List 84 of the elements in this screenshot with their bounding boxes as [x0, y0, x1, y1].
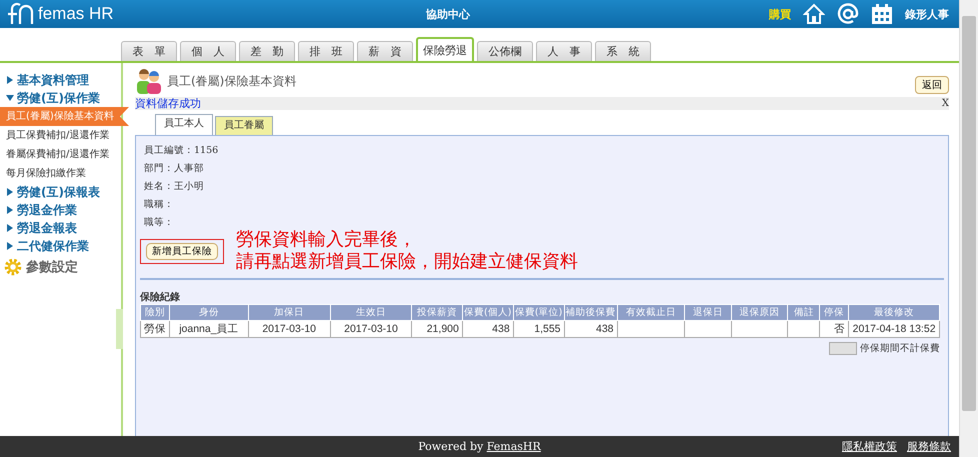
- table-cell: 2017-03-10: [262, 323, 316, 335]
- field-label: 員工編號：: [144, 145, 194, 156]
- scrollbar[interactable]: [959, 0, 978, 457]
- section-title: 保險紀錄: [140, 290, 181, 304]
- caret-down-icon[interactable]: [6, 94, 14, 102]
- home-icon[interactable]: [803, 3, 825, 25]
- table-cell: 2017-04-18 13:52: [852, 323, 936, 335]
- table-cell: 1,555: [534, 323, 561, 335]
- logo-icon: [6, 2, 36, 26]
- menu-item[interactable]: 每月保險扣繳作業: [0, 164, 121, 183]
- back-button[interactable]: 返回: [915, 76, 949, 94]
- table-cell: 否: [834, 323, 846, 335]
- nav-tab[interactable]: 人 事: [536, 41, 592, 61]
- legend-swatch: [829, 342, 857, 355]
- menu-group[interactable]: 勞退金作業: [17, 203, 77, 217]
- caret-right-icon[interactable]: [6, 206, 14, 214]
- column-header: 停保: [820, 304, 849, 320]
- column-header: 投保薪資: [412, 304, 462, 320]
- column-header: 保費(個人): [462, 304, 514, 320]
- column-header: 最後修改: [848, 304, 940, 320]
- success-message: 資料儲存成功: [135, 97, 201, 110]
- table-cell: 2017-03-10: [344, 323, 398, 335]
- caret-right-icon[interactable]: [6, 242, 14, 250]
- table-cell: 438: [596, 323, 614, 335]
- menu-group[interactable]: 參數設定: [26, 258, 78, 276]
- annotation-text: 勞保資料輸入完畢後， 請再點選新增員工保險，開始建立健保資料: [236, 229, 578, 273]
- sub-tab[interactable]: 員工眷屬: [215, 116, 273, 135]
- field-label: 姓名：: [144, 181, 174, 192]
- column-header: 身份: [170, 304, 248, 320]
- caret-right-icon[interactable]: [6, 76, 14, 84]
- nav-tab[interactable]: 公佈欄: [477, 41, 533, 61]
- column-header: 保費(單位): [513, 304, 564, 320]
- field-label: 職稱：: [144, 199, 174, 210]
- column-header: 生效日: [330, 304, 412, 320]
- footer-link[interactable]: 服務條款: [907, 439, 951, 454]
- column-header: 加保日: [248, 304, 330, 320]
- column-header: 備註: [788, 304, 820, 320]
- buy-link[interactable]: 購買: [769, 6, 791, 22]
- help-center-link[interactable]: 協助中心: [426, 6, 470, 22]
- people-icon: [135, 67, 163, 95]
- logo-text: femas HR: [38, 4, 114, 24]
- field-label: 部門：: [144, 163, 174, 174]
- table-cell: joanna_員工: [179, 323, 239, 335]
- table-cell: 438: [492, 323, 510, 335]
- field-value: 1156: [194, 145, 218, 156]
- field-value: 王小明: [174, 181, 204, 192]
- powered-by-text: Powered by FemasHR: [418, 440, 541, 453]
- nav-tab[interactable]: 薪 資: [357, 41, 413, 61]
- column-header: 險別: [140, 304, 170, 320]
- close-button[interactable]: X: [942, 97, 949, 110]
- menu-group[interactable]: 勞健(互)保報表: [17, 185, 100, 199]
- gear-icon: [4, 258, 22, 276]
- table-cell: 21,900: [426, 323, 459, 335]
- column-header: 補助後保費: [564, 304, 618, 320]
- user-name: 錄形人事: [905, 6, 949, 22]
- nav-tab[interactable]: 排 班: [298, 41, 354, 61]
- menu-item[interactable]: 員工保費補扣/退還作業: [0, 126, 121, 145]
- nav-tab[interactable]: 系 統: [595, 41, 651, 61]
- field-value: 人事部: [174, 163, 204, 174]
- caret-right-icon[interactable]: [6, 188, 14, 196]
- caret-right-icon[interactable]: [6, 224, 14, 232]
- footer-link[interactable]: 隱私權政策: [842, 439, 897, 454]
- menu-group[interactable]: 基本資料管理: [17, 73, 89, 87]
- menu-group[interactable]: 勞退金報表: [17, 221, 77, 235]
- menu-item[interactable]: 眷屬保費補扣/退還作業: [0, 145, 121, 164]
- column-header: 退保日: [684, 304, 732, 320]
- brand-link[interactable]: FemasHR: [486, 440, 541, 453]
- field-label: 職等：: [144, 217, 174, 228]
- table-cell: 勞保: [144, 323, 166, 335]
- calendar-icon[interactable]: [871, 3, 893, 25]
- legend-text: 停保期間不計保費: [860, 342, 940, 355]
- sidebar-collapse-handle[interactable]: [116, 309, 123, 349]
- add-insurance-button[interactable]: 新增員工保險: [146, 243, 218, 260]
- page-title: 員工(眷屬)保險基本資料: [167, 72, 296, 90]
- nav-tab[interactable]: 保險勞退: [416, 37, 474, 61]
- nav-tab[interactable]: 差 勤: [239, 41, 295, 61]
- nav-tab[interactable]: 個 人: [180, 41, 236, 61]
- nav-tab[interactable]: 表 單: [121, 41, 177, 61]
- menu-group[interactable]: 勞健(互)保作業: [17, 91, 100, 105]
- email-icon[interactable]: [837, 3, 859, 25]
- column-header: 退保原因: [731, 304, 788, 320]
- menu-group[interactable]: 二代健保作業: [17, 239, 89, 253]
- column-header: 有效截止日: [617, 304, 685, 320]
- sub-tab[interactable]: 員工本人: [155, 114, 213, 135]
